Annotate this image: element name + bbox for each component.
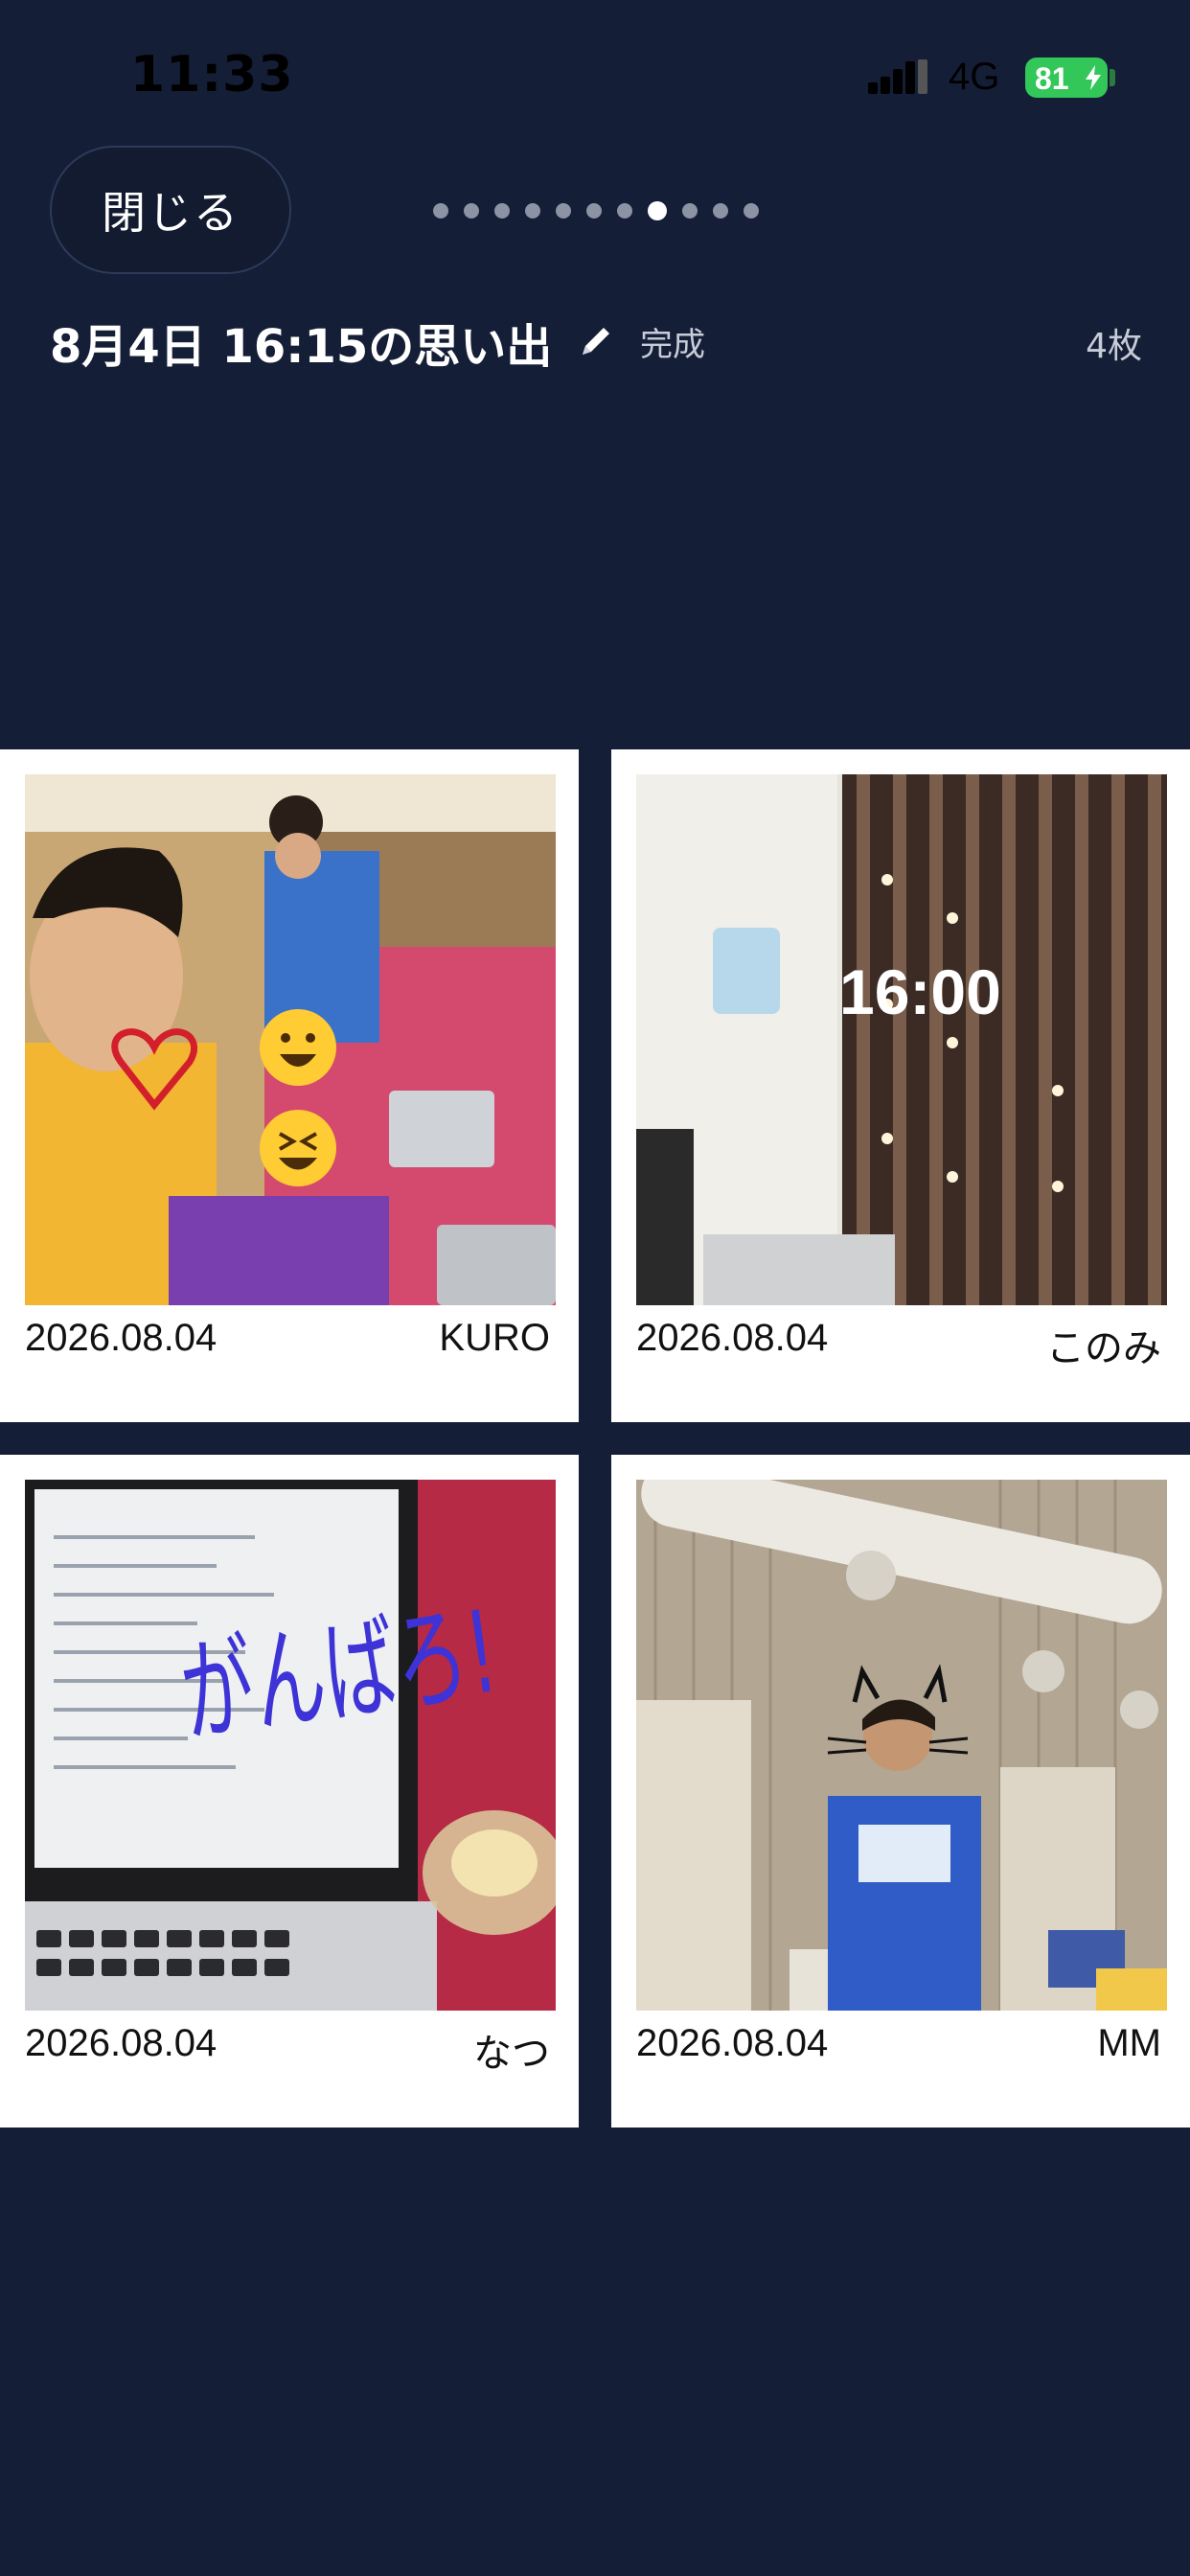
photo-author: MM bbox=[1097, 2022, 1161, 2064]
photo-date: 2026.08.04 bbox=[25, 1317, 217, 1359]
page-dot[interactable] bbox=[525, 203, 540, 218]
photo-card[interactable]: 16:00 2026.08.04 このみ bbox=[611, 749, 1190, 1422]
page-dot[interactable] bbox=[433, 203, 448, 218]
battery-cap bbox=[1110, 69, 1115, 86]
page-dot[interactable] bbox=[713, 203, 728, 218]
pencil-icon[interactable] bbox=[577, 322, 615, 360]
network-type: 4G bbox=[949, 56, 1000, 98]
photo-card[interactable]: 2026.08.04 KURO bbox=[0, 749, 579, 1422]
status-bar: 11:33 4G 81 bbox=[0, 0, 1190, 153]
page-dot[interactable] bbox=[556, 203, 571, 218]
photo-author: なつ bbox=[473, 2033, 550, 2075]
page-dot[interactable] bbox=[464, 203, 479, 218]
photo-date: 2026.08.04 bbox=[636, 1317, 829, 1359]
signal-icon bbox=[868, 59, 927, 94]
photo-image[interactable] bbox=[636, 1480, 1167, 2011]
photo-card[interactable]: 2026.08.04 MM bbox=[611, 1455, 1190, 2128]
photo-date: 2026.08.04 bbox=[636, 2022, 829, 2064]
photo-image[interactable]: 16:00 bbox=[636, 774, 1167, 1305]
photo-card[interactable]: がんばろ! 2026.08.04 なつ bbox=[0, 1455, 579, 2128]
photo-count: 4枚 bbox=[1086, 327, 1142, 366]
charging-bolt-icon bbox=[1086, 65, 1101, 90]
page-indicator[interactable] bbox=[433, 201, 759, 220]
photo-date: 2026.08.04 bbox=[25, 2022, 217, 2064]
album-title: 8月4日 16:15の思い出 bbox=[50, 320, 553, 374]
photo-overlay-time: 16:00 bbox=[839, 956, 1001, 1027]
photo-image[interactable] bbox=[25, 774, 556, 1305]
photo-author: KURO bbox=[439, 1317, 550, 1359]
close-button[interactable]: 閉じる bbox=[50, 146, 291, 274]
album-status: 完成 bbox=[640, 326, 705, 364]
status-time: 11:33 bbox=[130, 46, 294, 104]
battery-icon: 81 bbox=[1025, 58, 1108, 98]
photo-image[interactable]: がんばろ! bbox=[25, 1480, 556, 2011]
page-dot[interactable] bbox=[494, 203, 510, 218]
photo-author: このみ bbox=[1046, 1327, 1161, 1369]
battery-level: 81 bbox=[1035, 61, 1069, 96]
page-dot[interactable] bbox=[586, 203, 602, 218]
page-dot[interactable] bbox=[617, 203, 632, 218]
page-dot-active[interactable] bbox=[648, 201, 667, 220]
album-header: 8月4日 16:15の思い出 完成 4枚 bbox=[50, 305, 1142, 374]
page-dot[interactable] bbox=[744, 203, 759, 218]
page-dot[interactable] bbox=[682, 203, 698, 218]
